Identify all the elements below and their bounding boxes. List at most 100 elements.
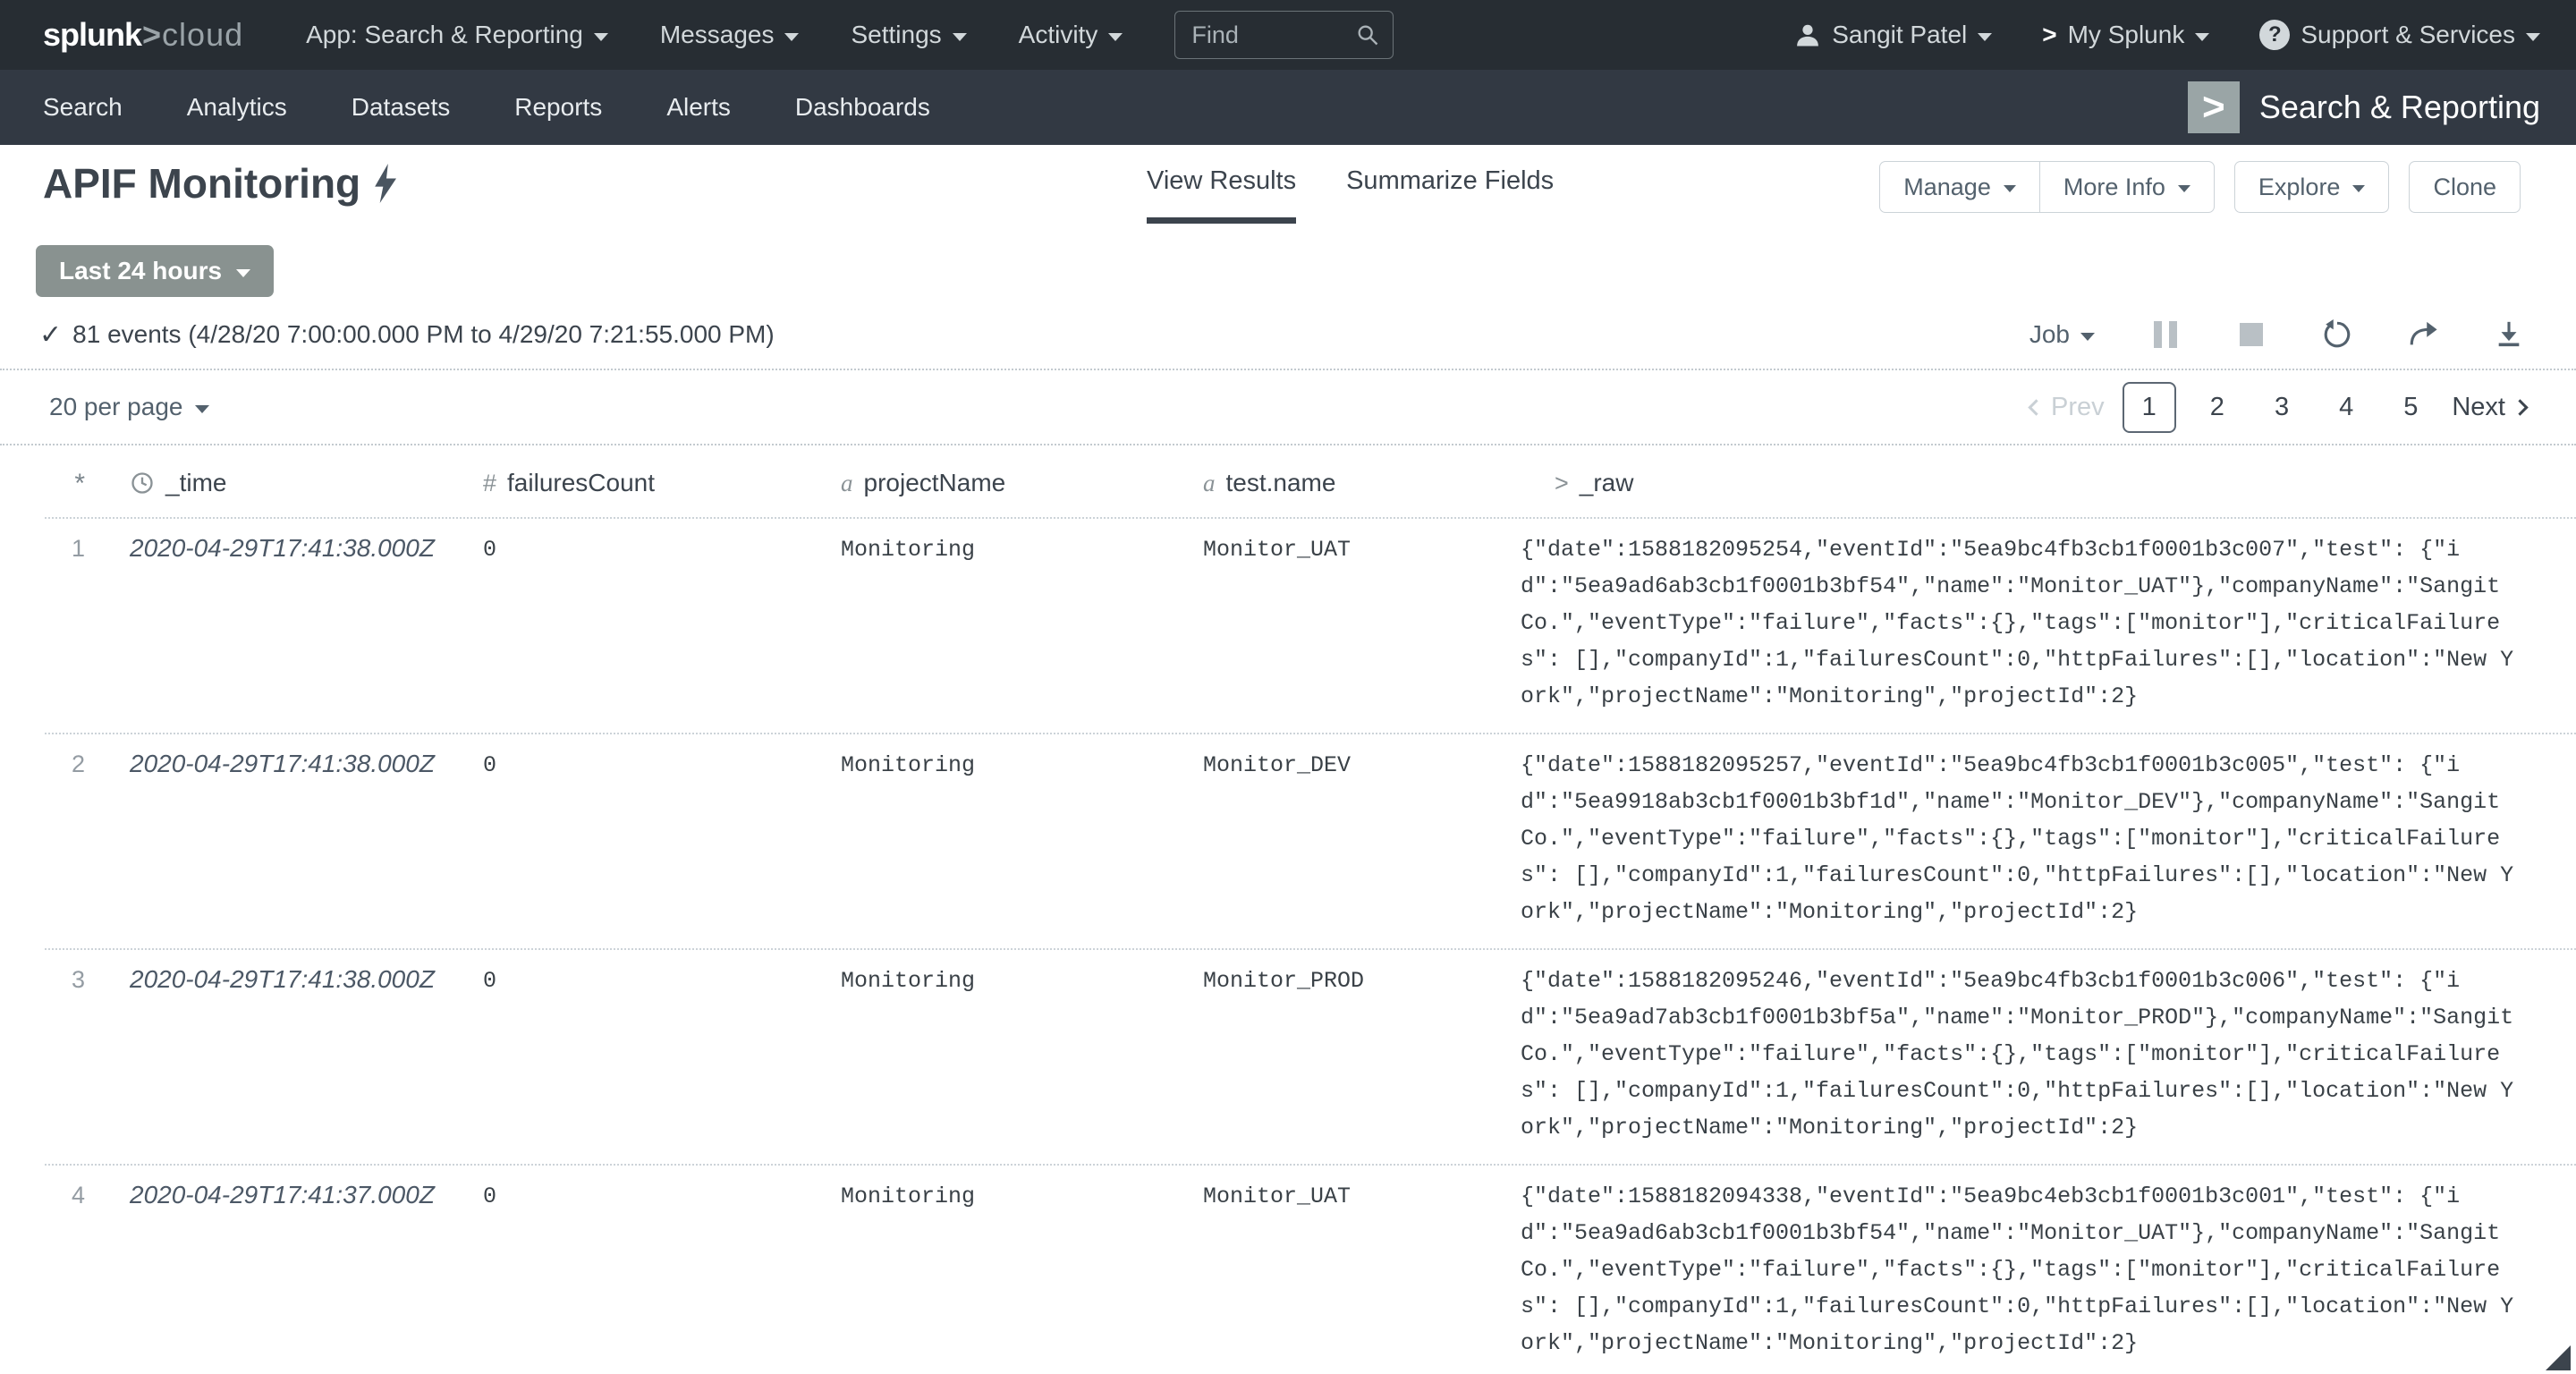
manage-button[interactable]: Manage	[1879, 161, 2039, 213]
top-bar: splunk > cloud App: Search & Reporting M…	[0, 0, 2576, 70]
failurescount-cell[interactable]: 0	[483, 1178, 841, 1215]
testname-cell[interactable]: Monitor_UAT	[1203, 531, 1521, 568]
column-header-select[interactable]: *	[45, 469, 85, 499]
page-1-button[interactable]: 1	[2122, 381, 2176, 433]
nav-alerts[interactable]: Alerts	[666, 93, 731, 122]
table-header-row: * _time # failuresCount a projectName a …	[45, 445, 2576, 519]
explore-button[interactable]: Explore	[2233, 161, 2390, 213]
time-cell[interactable]: 2020-04-29T17:41:37.000Z	[85, 1178, 483, 1209]
my-splunk-menu[interactable]: > My Splunk	[2042, 21, 2210, 49]
column-header-raw[interactable]: > _raw	[1521, 469, 2576, 497]
time-range-label: Last 24 hours	[59, 257, 223, 284]
find-search-input[interactable]: Find	[1174, 11, 1394, 59]
raw-cell[interactable]: {"date":1588182094338,"eventId":"5ea9bc4…	[1521, 1178, 2576, 1361]
testname-cell[interactable]: Monitor_DEV	[1203, 747, 1521, 784]
caret-down-icon	[1978, 32, 1993, 41]
row-number: 3	[71, 966, 85, 993]
pause-icon	[2154, 321, 2177, 348]
projectname-cell[interactable]: Monitoring	[841, 531, 1203, 568]
table-row: 1 2020-04-29T17:41:38.000Z 0 Monitoring …	[45, 519, 2576, 734]
asterisk-icon: *	[74, 469, 85, 498]
testname-cell[interactable]: Monitor_UAT	[1203, 1178, 1521, 1215]
time-cell[interactable]: 2020-04-29T17:41:38.000Z	[85, 747, 483, 778]
find-placeholder: Find	[1191, 21, 1239, 48]
raw-cell[interactable]: {"date":1588182095254,"eventId":"5ea9bc4…	[1521, 531, 2576, 715]
menu-activity[interactable]: Activity	[1019, 21, 1123, 49]
caret-down-icon	[593, 32, 608, 41]
time-range-picker-button[interactable]: Last 24 hours	[36, 245, 275, 297]
menu-settings[interactable]: Settings	[851, 21, 967, 49]
splunk-cloud-logo[interactable]: splunk > cloud	[43, 16, 243, 54]
time-cell[interactable]: 2020-04-29T17:41:38.000Z	[85, 531, 483, 563]
prev-label: Prev	[2051, 392, 2105, 421]
testname-cell[interactable]: Monitor_PROD	[1203, 963, 1521, 999]
per-page-selector[interactable]: 20 per page	[49, 393, 210, 421]
event-count-status: ✓ 81 events (4/28/20 7:00:00.000 PM to 4…	[39, 319, 775, 351]
export-button[interactable]	[2494, 319, 2524, 350]
raw-cell[interactable]: {"date":1588182095257,"eventId":"5ea9bc4…	[1521, 747, 2576, 930]
caret-down-icon	[952, 32, 967, 41]
nav-reports[interactable]: Reports	[514, 93, 602, 122]
next-label: Next	[2452, 392, 2505, 421]
job-status-row: ✓ 81 events (4/28/20 7:00:00.000 PM to 4…	[0, 297, 2576, 356]
page-5-button[interactable]: 5	[2387, 384, 2434, 431]
nav-dashboards[interactable]: Dashboards	[795, 93, 930, 122]
page-4-button[interactable]: 4	[2323, 384, 2369, 431]
pagination-bar: 20 per page Prev 1 2 3 4 5 Next	[0, 370, 2576, 445]
nav-analytics[interactable]: Analytics	[187, 93, 287, 122]
row-number: 1	[71, 535, 85, 562]
menu-app[interactable]: App: Search & Reporting	[306, 21, 608, 49]
projectname-cell[interactable]: Monitoring	[841, 963, 1203, 999]
header-raw-label: _raw	[1579, 469, 1634, 496]
reload-button[interactable]	[2322, 319, 2352, 350]
search-icon	[1355, 22, 1380, 47]
failurescount-cell[interactable]: 0	[483, 531, 841, 568]
nav-search[interactable]: Search	[43, 93, 123, 122]
projectname-cell[interactable]: Monitoring	[841, 1178, 1203, 1215]
splunk-arrow-icon: >	[2042, 21, 2057, 48]
column-header-projectname[interactable]: a projectName	[841, 469, 1203, 497]
pause-button[interactable]	[2150, 319, 2181, 350]
app-identity: > Search & Reporting	[2187, 81, 2540, 133]
lightning-bolt-icon	[373, 164, 400, 203]
splunk-page: splunk > cloud App: Search & Reporting M…	[0, 0, 2576, 1374]
job-menu[interactable]: Job	[2029, 320, 2095, 349]
logo-arrow-icon: >	[142, 16, 162, 53]
failurescount-cell[interactable]: 0	[483, 747, 841, 784]
projectname-cell[interactable]: Monitoring	[841, 747, 1203, 784]
resize-corner-handle[interactable]	[2546, 1345, 2571, 1370]
share-button[interactable]	[2408, 319, 2438, 350]
page-3-button[interactable]: 3	[2258, 384, 2305, 431]
time-cell[interactable]: 2020-04-29T17:41:38.000Z	[85, 963, 483, 994]
tab-view-results[interactable]: View Results	[1147, 166, 1297, 224]
menu-messages[interactable]: Messages	[660, 21, 800, 49]
column-header-time[interactable]: _time	[85, 469, 483, 497]
more-info-button[interactable]: More Info	[2038, 161, 2215, 213]
failurescount-cell[interactable]: 0	[483, 963, 841, 999]
column-header-failurescount[interactable]: # failuresCount	[483, 469, 841, 497]
menu-settings-label: Settings	[851, 21, 942, 48]
manage-label: Manage	[1903, 173, 1991, 200]
menu-messages-label: Messages	[659, 21, 775, 48]
raw-cell[interactable]: {"date":1588182095246,"eventId":"5ea9bc4…	[1521, 963, 2576, 1146]
clone-button[interactable]: Clone	[2409, 161, 2521, 213]
user-menu[interactable]: Sangit Patel	[1794, 21, 1993, 49]
support-label: Support & Services	[2301, 21, 2515, 48]
support-menu[interactable]: ? Support & Services	[2259, 20, 2540, 50]
tab-summarize-fields[interactable]: Summarize Fields	[1346, 166, 1554, 224]
column-header-testname[interactable]: a test.name	[1203, 469, 1521, 497]
header-test-label: test.name	[1225, 469, 1336, 496]
logo-brand: splunk	[43, 16, 142, 53]
report-header: APIF Monitoring View Results Summarize F…	[0, 145, 2576, 242]
stop-button[interactable]	[2236, 319, 2267, 350]
reload-icon	[2324, 319, 2351, 348]
number-type-icon: #	[483, 469, 497, 496]
nav-datasets[interactable]: Datasets	[352, 93, 451, 122]
header-project-label: projectName	[863, 469, 1006, 496]
table-row: 3 2020-04-29T17:41:38.000Z 0 Monitoring …	[45, 950, 2576, 1166]
events-table: * _time # failuresCount a projectName a …	[0, 445, 2576, 1374]
caret-down-icon	[195, 404, 210, 413]
explore-label: Explore	[2258, 173, 2341, 200]
next-page-button[interactable]: Next	[2452, 392, 2529, 422]
page-2-button[interactable]: 2	[2194, 384, 2241, 431]
